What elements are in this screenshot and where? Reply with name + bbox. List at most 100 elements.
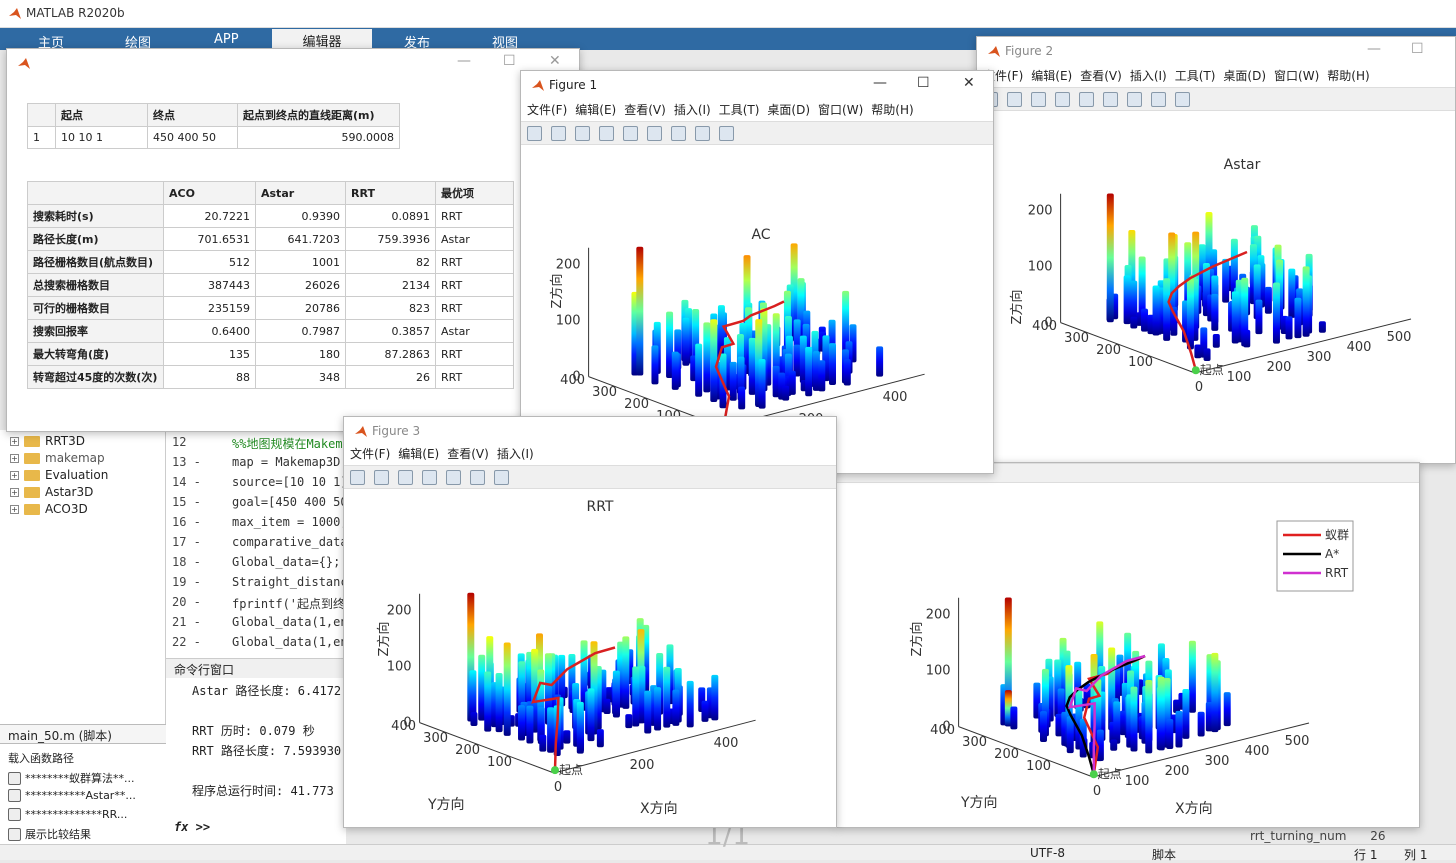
export-icon[interactable] (1079, 92, 1094, 107)
code-line[interactable]: Global_data(1,en (232, 615, 344, 629)
command-window[interactable]: Astar 路径长度: 6.4172 RRT 历时: 0.079 秒 RRT 路… (166, 678, 346, 844)
folder-item[interactable]: + ACO3D (10, 502, 88, 516)
colorbar-icon[interactable] (470, 470, 485, 485)
minimize-button[interactable]: — (1367, 41, 1381, 57)
open-icon[interactable] (374, 470, 389, 485)
open-icon[interactable] (551, 126, 566, 141)
expand-icon[interactable]: + (10, 487, 19, 497)
obstacle-column (1145, 680, 1153, 754)
menu-item[interactable]: 工具(T) (719, 103, 760, 117)
print-icon[interactable] (599, 126, 614, 141)
folder-item[interactable]: + Evaluation (10, 468, 108, 482)
code-line[interactable]: %%地图规模在Makem (232, 435, 344, 452)
menu-item[interactable]: 编辑(E) (398, 447, 439, 461)
menu-item[interactable]: 帮助(H) (1327, 69, 1369, 83)
code-line[interactable]: goal=[450 400 50 (232, 495, 344, 509)
best-cell: Astar (435, 227, 514, 251)
outline-item[interactable]: 展示比较结果 (8, 826, 148, 842)
legend-icon[interactable] (494, 470, 509, 485)
maximize-button[interactable]: ☐ (1411, 41, 1424, 57)
menu-item[interactable]: 工具(T) (1175, 69, 1216, 83)
colorbar-icon[interactable] (647, 126, 662, 141)
folder-item[interactable]: + makemap (10, 451, 105, 465)
close-button[interactable]: ✕ (963, 75, 975, 91)
menu-item[interactable]: 查看(V) (447, 447, 489, 461)
minimize-button[interactable]: — (457, 53, 471, 69)
save-icon[interactable] (575, 126, 590, 141)
command-prompt[interactable]: fx >> (174, 820, 210, 834)
plot-title: RRT (587, 499, 614, 515)
current-file-label[interactable]: main_50.m (脚本) (0, 724, 166, 744)
obstacle-column (1106, 193, 1114, 323)
menu-item[interactable]: 文件(F) (350, 447, 390, 461)
expand-icon[interactable]: + (10, 436, 19, 446)
pointer-icon[interactable] (695, 126, 710, 141)
obstacle-column (503, 642, 511, 736)
pointer-icon[interactable] (1151, 92, 1166, 107)
outline-item[interactable]: 载入函数路径 (8, 750, 148, 766)
x-tick-label: 400 (883, 390, 908, 405)
property-icon[interactable] (1175, 92, 1190, 107)
print-icon[interactable] (422, 470, 437, 485)
obstacle-column (1182, 688, 1190, 739)
open-icon[interactable] (1007, 92, 1022, 107)
tab-editor[interactable]: 编辑器 (272, 29, 372, 50)
code-line[interactable]: source=[10 10 1] (232, 475, 344, 489)
code-line[interactable]: fprintf('起点到终 (232, 595, 344, 612)
folder-item[interactable]: + RRT3D (10, 434, 85, 448)
folder-item[interactable]: + Astar3D (10, 485, 93, 499)
new-file-icon[interactable] (527, 126, 542, 141)
save-icon[interactable] (1031, 92, 1046, 107)
colorbar-icon[interactable] (1103, 92, 1118, 107)
maximize-button[interactable]: ☐ (503, 53, 516, 69)
menu-item[interactable]: 帮助(H) (871, 103, 913, 117)
window-titlebar: — ☐ ✕ (7, 49, 579, 79)
menu-item[interactable]: 查看(V) (624, 103, 666, 117)
menu-item[interactable]: 查看(V) (1080, 69, 1122, 83)
expand-icon[interactable]: + (10, 453, 19, 463)
expand-icon[interactable]: + (10, 504, 19, 514)
maximize-button[interactable]: ☐ (917, 75, 930, 91)
legend-icon[interactable] (1127, 92, 1142, 107)
close-button[interactable]: ✕ (549, 53, 561, 69)
y-tick-label: 400 (391, 719, 416, 734)
expand-icon[interactable]: + (10, 470, 19, 480)
menu-item[interactable]: 窗口(W) (1274, 69, 1319, 83)
code-line[interactable]: Global_data(1,en (232, 635, 344, 649)
x-tick-label: 500 (1387, 330, 1412, 345)
save-icon[interactable] (398, 470, 413, 485)
table-cell: 235159 (163, 296, 256, 320)
menu-item[interactable]: 文件(F) (527, 103, 567, 117)
menu-item[interactable]: 编辑(E) (575, 103, 616, 117)
menu-item[interactable]: 窗口(W) (818, 103, 863, 117)
legend-icon[interactable] (671, 126, 686, 141)
tab-apps[interactable]: APP (214, 32, 239, 47)
obstacle-column (1010, 706, 1018, 730)
x-tick-label: 100 (1227, 370, 1252, 385)
export-icon[interactable] (623, 126, 638, 141)
minimize-button[interactable]: — (873, 75, 887, 91)
menu-item[interactable]: 插入(I) (674, 103, 711, 117)
menu-bar: 文件(F) 编辑(E) 查看(V) 插入(I) 工具(T) 桌面(D) 窗口(W) 帮助(H) (977, 67, 1455, 87)
col-header: 最优项 (435, 181, 514, 205)
code-line[interactable]: max_item = 1000; (232, 515, 344, 529)
export-icon[interactable] (446, 470, 461, 485)
outline-item[interactable]: **************RR... (8, 808, 148, 821)
code-line[interactable]: comparative_data (232, 535, 344, 549)
menu-item[interactable]: 编辑(E) (1031, 69, 1072, 83)
new-file-icon[interactable] (350, 470, 365, 485)
menu-item[interactable]: 插入(I) (497, 447, 534, 461)
x-tick-label: 200 (1165, 764, 1190, 779)
property-icon[interactable] (719, 126, 734, 141)
print-icon[interactable] (1055, 92, 1070, 107)
menu-item[interactable]: 桌面(D) (1223, 69, 1266, 83)
outline-item[interactable]: ***********Astar**... (8, 789, 148, 802)
code-line[interactable]: Straight_distanc (232, 575, 344, 589)
code-line[interactable]: Global_data={}; (232, 555, 344, 569)
outline-item[interactable]: ********蚁群算法**... (8, 770, 148, 786)
y-tick-label: 300 (962, 735, 987, 750)
code-editor[interactable]: 12 %%地图规模在Makem 13 - map = Makemap3D 14 - sou… (166, 430, 346, 658)
code-line[interactable]: map = Makemap3D (232, 455, 344, 469)
menu-item[interactable]: 桌面(D) (767, 103, 810, 117)
menu-item[interactable]: 插入(I) (1130, 69, 1167, 83)
